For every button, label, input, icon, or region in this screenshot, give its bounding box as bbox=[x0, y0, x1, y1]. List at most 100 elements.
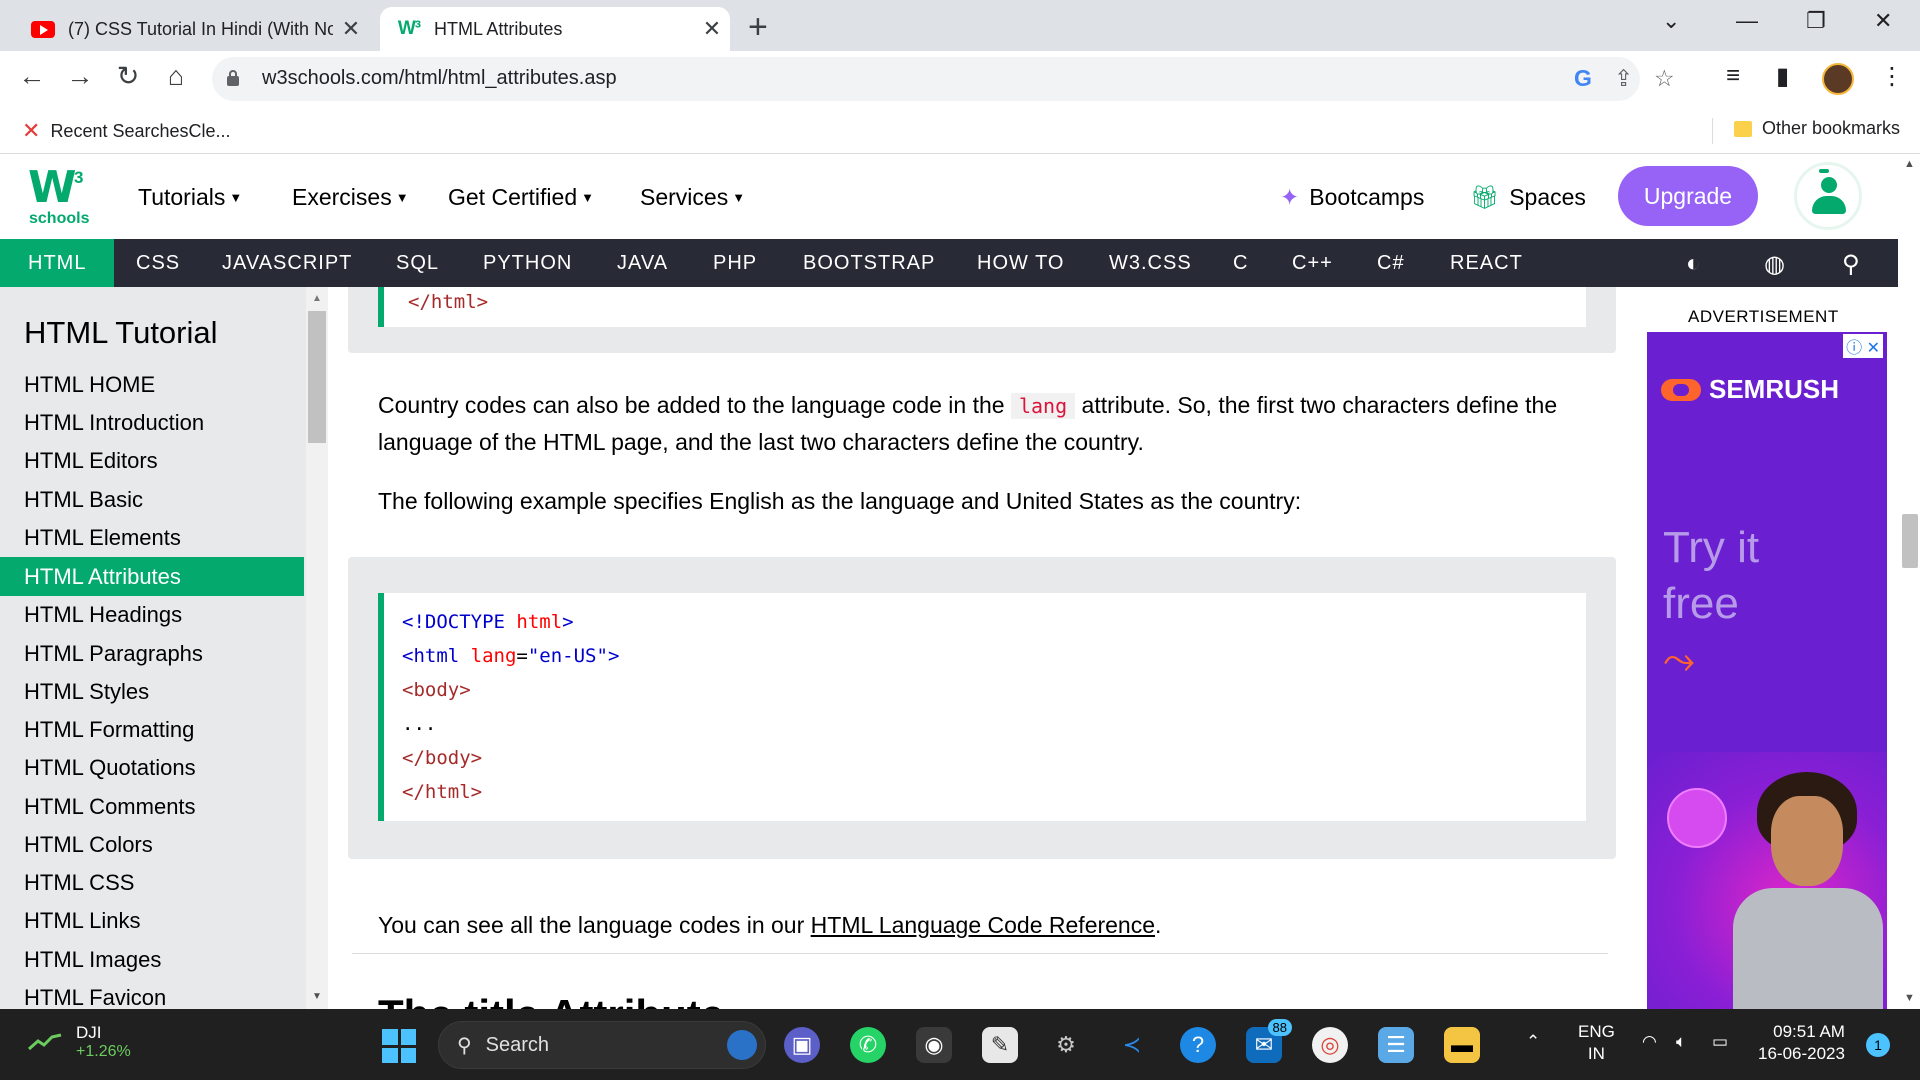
sidebar-item-html-styles[interactable]: HTML Styles bbox=[0, 674, 304, 710]
reload-icon[interactable]: ↻ bbox=[110, 61, 146, 92]
share-icon[interactable]: ⇪ bbox=[1614, 65, 1633, 92]
sidebar-item-html-css[interactable]: HTML CSS bbox=[0, 865, 304, 901]
dark-mode-icon[interactable]: ◐ bbox=[1686, 250, 1701, 278]
nav-c[interactable]: C bbox=[1233, 239, 1248, 287]
nav-bootstrap[interactable]: BOOTSTRAP bbox=[803, 239, 935, 287]
sidebar-item-html-home[interactable]: HTML HOME bbox=[0, 367, 304, 403]
bookmark-star-icon[interactable]: ☆ bbox=[1654, 65, 1675, 92]
close-tab-icon[interactable]: ✕ bbox=[694, 16, 730, 42]
url-text[interactable]: w3schools.com/html/html_attributes.asp bbox=[262, 67, 617, 90]
close-window-icon[interactable]: ✕ bbox=[1874, 8, 1892, 34]
back-icon[interactable]: ← bbox=[14, 61, 50, 92]
notification-badge[interactable]: 1 bbox=[1866, 1033, 1890, 1057]
sidebar-item-html-paragraphs[interactable]: HTML Paragraphs bbox=[0, 636, 304, 672]
scroll-up-icon[interactable]: ▲ bbox=[1904, 158, 1915, 170]
stock-widget[interactable]: DJI +1.26% bbox=[28, 1023, 131, 1061]
bookmark-recent-searches[interactable]: ✕ Recent SearchesCle... bbox=[22, 118, 231, 144]
whatsapp-icon[interactable]: ✆ bbox=[850, 1027, 886, 1063]
new-tab-icon[interactable]: + bbox=[748, 8, 768, 47]
sidebar-item-html-elements[interactable]: HTML Elements bbox=[0, 520, 304, 556]
other-bookmarks[interactable]: Other bookmarks bbox=[1734, 118, 1900, 139]
menu-services[interactable]: Services ▼ bbox=[640, 184, 745, 211]
notepad-icon[interactable]: ✎ bbox=[982, 1027, 1018, 1063]
scroll-down-icon[interactable]: ▼ bbox=[1904, 992, 1915, 1004]
nav-how-to[interactable]: HOW TO bbox=[977, 239, 1064, 287]
mail-icon[interactable]: ✉ 88 bbox=[1246, 1019, 1292, 1063]
close-tab-icon[interactable]: ✕ bbox=[333, 16, 369, 42]
nav-w3css[interactable]: W3.CSS bbox=[1109, 239, 1192, 287]
nav-csharp[interactable]: C# bbox=[1377, 239, 1405, 287]
help-icon[interactable]: ? bbox=[1180, 1027, 1216, 1063]
wifi-icon[interactable]: ◠ bbox=[1642, 1031, 1657, 1053]
sidebar-item-html-formatting[interactable]: HTML Formatting bbox=[0, 712, 304, 748]
show-hidden-icons-chevron[interactable]: ⌃ bbox=[1526, 1031, 1540, 1053]
volume-icon[interactable]: 🔈︎ bbox=[1676, 1031, 1686, 1053]
nav-cpp[interactable]: C++ bbox=[1292, 239, 1333, 287]
taskbar-search[interactable]: ⚲ Search bbox=[438, 1021, 766, 1069]
home-icon[interactable]: ⌂ bbox=[158, 61, 194, 92]
upgrade-button[interactable]: Upgrade bbox=[1618, 166, 1758, 226]
google-lens-icon[interactable]: G bbox=[1574, 65, 1592, 92]
nav-javascript[interactable]: JAVASCRIPT bbox=[222, 239, 352, 287]
vscode-icon[interactable]: ≺ bbox=[1114, 1027, 1150, 1063]
side-panel-icon[interactable]: ▮ bbox=[1776, 62, 1789, 91]
language-indicator[interactable]: ENG IN bbox=[1578, 1021, 1615, 1065]
sidebar-item-html-favicon[interactable]: HTML Favicon bbox=[0, 980, 304, 1009]
sidebar-item-html-editors[interactable]: HTML Editors bbox=[0, 443, 304, 479]
menu-get-certified[interactable]: Get Certified ▼ bbox=[448, 184, 594, 211]
bootcamps-link[interactable]: ✦ Bootcamps bbox=[1280, 184, 1424, 211]
sidebar-scrollbar[interactable]: ▲ ▼ bbox=[306, 287, 328, 1009]
omnibox[interactable]: w3schools.com/html/html_attributes.asp G… bbox=[212, 57, 1675, 101]
sidebar-item-html-images[interactable]: HTML Images bbox=[0, 942, 304, 978]
scroll-up-icon[interactable]: ▲ bbox=[312, 293, 322, 304]
scroll-down-icon[interactable]: ▼ bbox=[312, 991, 322, 1002]
nav-java[interactable]: JAVA bbox=[617, 239, 668, 287]
sidebar-item-html-attributes[interactable]: HTML Attributes bbox=[0, 557, 304, 596]
globe-icon[interactable]: ◍ bbox=[1764, 250, 1785, 279]
file-explorer-icon[interactable]: ▬ bbox=[1444, 1027, 1480, 1063]
tab-search-chevron-icon[interactable]: ⌄ bbox=[1662, 8, 1680, 34]
nav-css[interactable]: CSS bbox=[136, 239, 180, 287]
teams-chat-icon[interactable]: ▣ bbox=[784, 1027, 820, 1063]
system-clock[interactable]: 09:51 AM 16-06-2023 bbox=[1758, 1021, 1845, 1065]
sidebar-item-html-introduction[interactable]: HTML Introduction bbox=[0, 405, 304, 441]
chrome-icon[interactable]: ◎ bbox=[1312, 1027, 1348, 1063]
menu-tutorials[interactable]: Tutorials ▼ bbox=[138, 184, 242, 211]
sidebar-item-html-links[interactable]: HTML Links bbox=[0, 903, 304, 939]
minimize-icon[interactable]: — bbox=[1736, 8, 1758, 34]
sidebar-item-html-comments[interactable]: HTML Comments bbox=[0, 789, 304, 825]
tab-html-attributes[interactable]: W³ HTML Attributes ✕ bbox=[380, 7, 730, 51]
camera-icon[interactable]: ◉ bbox=[916, 1027, 952, 1063]
nav-python[interactable]: PYTHON bbox=[483, 239, 572, 287]
nav-sql[interactable]: SQL bbox=[396, 239, 439, 287]
forward-icon[interactable]: → bbox=[62, 61, 98, 92]
nav-react[interactable]: REACT bbox=[1450, 239, 1523, 287]
sidebar-item-html-headings[interactable]: HTML Headings bbox=[0, 597, 304, 633]
sidebar-item-html-quotations[interactable]: HTML Quotations bbox=[0, 750, 304, 786]
nav-php[interactable]: PHP bbox=[713, 239, 757, 287]
user-avatar[interactable] bbox=[1794, 162, 1862, 230]
language-code-reference-link[interactable]: HTML Language Code Reference bbox=[811, 912, 1155, 938]
notes-icon[interactable]: ☰ bbox=[1378, 1027, 1414, 1063]
battery-icon[interactable]: ▭ bbox=[1712, 1031, 1728, 1053]
scroll-thumb[interactable] bbox=[308, 311, 326, 443]
spaces-link[interactable]: 🎁︎ Spaces bbox=[1470, 184, 1586, 211]
windows-start-icon[interactable] bbox=[382, 1029, 416, 1063]
ad-choices-icon[interactable]: ⓘ ✕ bbox=[1843, 334, 1883, 358]
profile-avatar[interactable] bbox=[1822, 63, 1854, 95]
page-scrollbar[interactable]: ▲ ▼ bbox=[1898, 154, 1920, 1009]
bing-icon[interactable] bbox=[727, 1030, 757, 1060]
media-control-icon[interactable]: ≡ bbox=[1726, 62, 1740, 90]
search-icon[interactable]: ⚲ bbox=[1842, 250, 1860, 279]
menu-exercises[interactable]: Exercises ▼ bbox=[292, 184, 409, 211]
semrush-ad[interactable]: ⓘ ✕ SEMRUSH Try it free ⤳ bbox=[1647, 332, 1887, 1009]
w3schools-logo[interactable]: W 3 schools bbox=[28, 162, 92, 228]
menu-kebab-icon[interactable]: ⋮ bbox=[1880, 62, 1904, 91]
sidebar-item-html-colors[interactable]: HTML Colors bbox=[0, 827, 304, 863]
restore-icon[interactable]: ❐ bbox=[1806, 8, 1826, 34]
sidebar-item-html-basic[interactable]: HTML Basic bbox=[0, 482, 304, 518]
tab-youtube[interactable]: (7) CSS Tutorial In Hindi (With No ✕ bbox=[14, 7, 369, 51]
settings-gear-icon[interactable]: ⚙ bbox=[1048, 1027, 1084, 1063]
scroll-thumb[interactable] bbox=[1902, 514, 1918, 568]
nav-html[interactable]: HTML bbox=[0, 239, 115, 287]
